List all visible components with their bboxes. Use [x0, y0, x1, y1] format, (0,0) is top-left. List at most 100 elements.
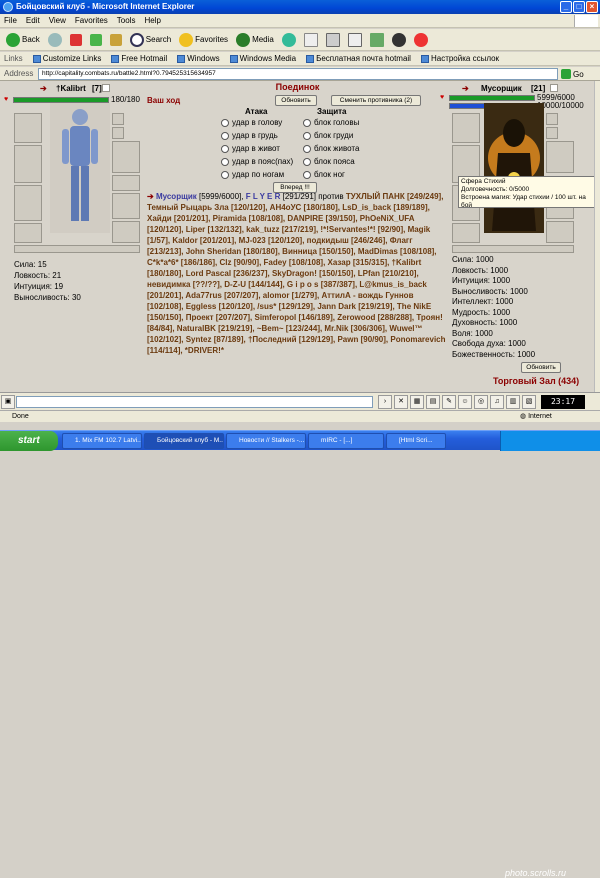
refresh-button[interactable] — [88, 31, 104, 49]
menu-help[interactable]: Help — [144, 16, 160, 25]
right-helmet-slot[interactable] — [452, 113, 480, 143]
maximize-button[interactable]: □ — [573, 1, 585, 13]
block-stomach-radio[interactable] — [303, 144, 311, 153]
mail-button[interactable] — [302, 31, 320, 49]
chat-private-icon[interactable]: ▤ — [426, 395, 440, 409]
log-flyer-name[interactable]: F L Y E R — [246, 192, 281, 201]
armor-slot[interactable] — [14, 185, 42, 221]
attack-legs[interactable]: удар по ногам — [221, 170, 284, 179]
edit-button[interactable] — [346, 31, 364, 49]
menu-tools[interactable]: Tools — [117, 16, 136, 25]
menu-file[interactable]: File — [4, 16, 17, 25]
chat-toggle-icon[interactable]: ▣ — [1, 395, 15, 409]
left-player-name[interactable]: †Kalibrt — [56, 84, 86, 93]
attack-chest[interactable]: удар в грудь — [221, 131, 278, 140]
research-button[interactable] — [390, 31, 408, 49]
belt-slot[interactable] — [14, 223, 42, 243]
link-customize[interactable]: Customize Links — [32, 54, 101, 63]
star-icon — [179, 32, 194, 47]
shop-refresh-button[interactable]: Обновить — [521, 362, 561, 373]
chat-send-icon[interactable]: › — [378, 395, 392, 409]
print-button[interactable] — [324, 31, 342, 49]
task-mirc[interactable]: mIRC - [...] — [308, 433, 384, 449]
block-legs[interactable]: блок ног — [303, 170, 345, 179]
chat-filter-icon[interactable]: ▦ — [410, 395, 424, 409]
attack-stomach-radio[interactable] — [221, 144, 229, 153]
right-earring-slot[interactable] — [546, 113, 558, 125]
change-opponent-button[interactable]: Сменить противника (2) — [331, 95, 421, 106]
link-windows[interactable]: Windows — [177, 54, 220, 63]
menu-edit[interactable]: Edit — [26, 16, 40, 25]
block-waist[interactable]: блок пояса — [303, 157, 355, 166]
task-mix-fm[interactable]: 1. Mix FM 102.7 Latvi... — [62, 433, 142, 449]
home-button[interactable] — [108, 31, 124, 49]
block-legs-radio[interactable] — [303, 170, 311, 179]
minimize-button[interactable]: _ — [560, 1, 572, 13]
shield-slot[interactable] — [112, 141, 140, 173]
info-icon[interactable] — [550, 84, 558, 92]
link-windows-media[interactable]: Windows Media — [229, 54, 296, 63]
chat-map-icon[interactable]: ▧ — [522, 395, 536, 409]
attack-waist[interactable]: удар в пояс(пах) — [221, 157, 293, 166]
earring-slot[interactable] — [112, 113, 124, 125]
refresh-battle-button[interactable]: Обновить — [275, 95, 317, 106]
back-button[interactable]: Back — [4, 31, 42, 49]
boots-slot[interactable] — [112, 221, 140, 243]
trade-hall-label[interactable]: Торговый Зал (434) — [493, 376, 579, 386]
link-hotmail-ru[interactable]: Бесплатная почта hotmail — [306, 54, 411, 63]
task-stalkers[interactable]: Новости // Stalkers -... — [226, 433, 306, 449]
block-head[interactable]: блок головы — [303, 118, 359, 127]
menu-favorites[interactable]: Favorites — [75, 16, 108, 25]
right-belt-slot[interactable] — [452, 223, 480, 243]
start-button[interactable]: start — [0, 431, 58, 451]
task-html-script[interactable]: [Html Scri... — [386, 433, 446, 449]
game-clock: 23:17 — [541, 395, 585, 409]
search-button[interactable]: Search — [128, 31, 173, 49]
helmet-slot[interactable] — [14, 113, 42, 143]
right-boots-slot[interactable] — [546, 221, 574, 243]
attack-legs-radio[interactable] — [221, 170, 229, 179]
go-button[interactable]: Go — [561, 68, 584, 80]
chat-users-icon[interactable]: ✎ — [442, 395, 456, 409]
stop-button[interactable] — [68, 31, 84, 49]
close-button[interactable]: × — [586, 1, 598, 13]
chat-bag-icon[interactable]: ▥ — [506, 395, 520, 409]
right-shield-slot[interactable] — [546, 141, 574, 173]
right-amulet-slot[interactable] — [546, 127, 558, 139]
menu-view[interactable]: View — [49, 16, 66, 25]
attack-chest-radio[interactable] — [221, 131, 229, 140]
favorites-button[interactable]: Favorites — [177, 31, 230, 49]
chat-clear-icon[interactable]: ✕ — [394, 395, 408, 409]
attack-head[interactable]: удар в голову — [221, 118, 282, 127]
vertical-scrollbar[interactable] — [594, 81, 600, 392]
page-icon — [420, 54, 429, 63]
right-player-name[interactable]: Мусорщик — [481, 84, 522, 93]
block-stomach[interactable]: блок живота — [303, 144, 359, 153]
block-head-radio[interactable] — [303, 118, 311, 127]
discuss-button[interactable] — [368, 31, 386, 49]
block-waist-radio[interactable] — [303, 157, 311, 166]
link-free-hotmail[interactable]: Free Hotmail — [111, 54, 167, 63]
history-button[interactable] — [280, 31, 298, 49]
chat-settings-icon[interactable]: ◎ — [474, 395, 488, 409]
log-opponent-name[interactable]: Мусорщик — [156, 192, 197, 201]
weapon-slot[interactable] — [14, 145, 42, 183]
link-settings-ru[interactable]: Настройка ссылок — [420, 54, 499, 63]
block-chest[interactable]: блок груди — [303, 131, 353, 140]
media-button[interactable]: Media — [234, 31, 276, 49]
attack-waist-radio[interactable] — [221, 157, 229, 166]
amulet-slot[interactable] — [112, 127, 124, 139]
gloves-slot[interactable] — [112, 175, 140, 191]
chat-smiley-icon[interactable]: ☺ — [458, 395, 472, 409]
attack-head-radio[interactable] — [221, 118, 229, 127]
chat-input[interactable] — [16, 396, 373, 408]
pants-slot[interactable] — [112, 193, 140, 219]
block-chest-radio[interactable] — [303, 131, 311, 140]
address-input[interactable]: http://capitality.combats.ru/battle2.htm… — [38, 68, 558, 80]
info-icon[interactable] — [102, 84, 110, 92]
forward-button[interactable] — [46, 31, 64, 49]
messenger-button[interactable] — [412, 31, 430, 49]
attack-stomach[interactable]: удар в живот — [221, 144, 280, 153]
task-fight-club[interactable]: Бойцовский клуб - M... — [144, 433, 224, 449]
chat-sound-icon[interactable]: ♫ — [490, 395, 504, 409]
